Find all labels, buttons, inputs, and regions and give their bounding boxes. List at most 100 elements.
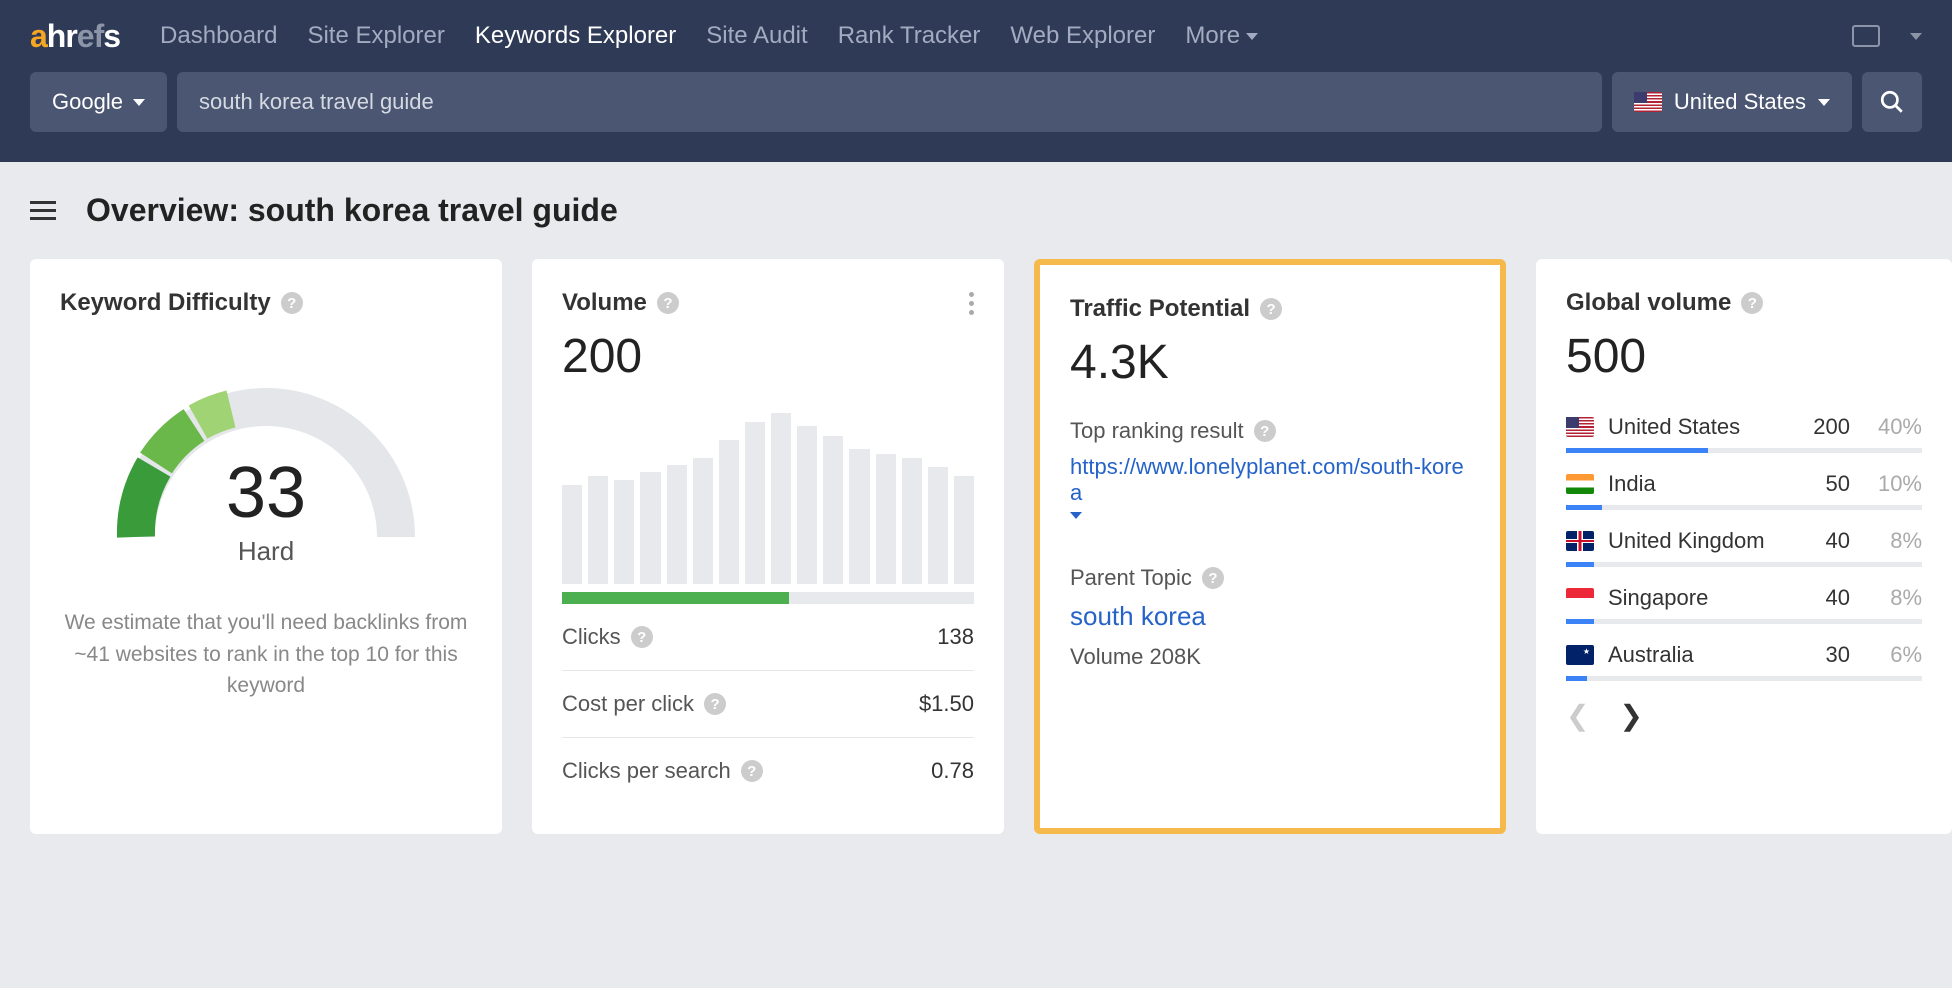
trend-bar [588,476,608,584]
country-selector[interactable]: United States [1612,72,1852,132]
gv-row[interactable]: Singapore408% [1566,585,1922,624]
gv-volume: 40 [1826,585,1866,611]
logo-part2: hr [47,18,77,54]
stat-label: Clicks? [562,624,653,650]
help-icon[interactable]: ? [657,292,679,314]
vol-title: Volume [562,289,647,317]
sidebar-toggle-icon[interactable] [30,201,56,220]
gv-country: United Kingdom [1608,528,1765,554]
gv-bar [1566,676,1922,681]
nav-site-audit[interactable]: Site Audit [706,22,807,50]
gv-country: United States [1608,414,1740,440]
gv-title-row: Global volume ? [1566,289,1922,317]
trend-bar [902,458,922,584]
search-engine-selector[interactable]: Google [30,72,167,132]
search-icon [1879,89,1905,115]
gv-next-button[interactable]: ❯ [1619,699,1642,732]
gv-bar [1566,505,1922,510]
stat-label: Clicks per search? [562,758,763,784]
stat-value: 0.78 [931,758,974,784]
keyword-input-value: south korea travel guide [199,89,434,115]
content-area: Overview: south korea travel guide Keywo… [0,162,1952,864]
gv-country-list: United States20040%India5010%United King… [1566,414,1922,681]
kd-description: We estimate that you'll need backlinks f… [60,607,472,702]
gv-volume: 200 [1813,414,1866,440]
gv-title: Global volume [1566,289,1731,317]
logo[interactable]: ahrefs [30,18,120,55]
trend-bar [745,422,765,584]
top-nav: ahrefs Dashboard Site Explorer Keywords … [0,0,1952,72]
trend-bar [719,440,739,584]
nav-more-label: More [1185,22,1240,50]
stat-row: Clicks? 138 [562,604,974,671]
help-icon[interactable]: ? [741,760,763,782]
stat-row: Cost per click?$1.50 [562,671,974,738]
tp-top-result-url: https://www.lonelyplanet.com/south-korea [1070,454,1470,506]
nav-rank-tracker[interactable]: Rank Tracker [838,22,981,50]
monitor-icon[interactable] [1852,25,1880,47]
nav-dashboard[interactable]: Dashboard [160,22,277,50]
gv-prev-button[interactable]: ❮ [1566,699,1589,732]
tp-title-row: Traffic Potential ? [1070,295,1470,323]
vol-value: 200 [562,329,974,384]
nav-web-explorer[interactable]: Web Explorer [1010,22,1155,50]
gv-percent: 10% [1866,471,1922,497]
flag-gb-icon [1566,531,1594,551]
nav-site-explorer[interactable]: Site Explorer [307,22,444,50]
vol-trend-chart [562,404,974,584]
top-right [1852,25,1922,47]
stat-value: $1.50 [919,691,974,717]
gv-row[interactable]: India5010% [1566,471,1922,510]
gv-volume: 30 [1826,642,1866,668]
tp-top-result-link[interactable]: https://www.lonelyplanet.com/south-korea [1070,454,1470,525]
logo-part1: a [30,18,47,54]
page-header: Overview: south korea travel guide [30,192,1922,229]
kd-score: 33 [96,452,436,534]
kd-title-row: Keyword Difficulty ? [60,289,472,317]
gv-pagination: ❮ ❯ [1566,699,1922,732]
trend-bar [562,485,582,584]
stat-value: 138 [937,624,974,650]
tp-top-result-label: Top ranking result [1070,418,1244,444]
main-nav: Dashboard Site Explorer Keywords Explore… [160,22,1258,50]
vol-stats: Clicks?138Cost per click?$1.50Clicks per… [562,604,974,804]
help-icon[interactable]: ? [1254,420,1276,442]
help-icon[interactable]: ? [1202,567,1224,589]
chevron-down-icon [133,99,145,106]
trend-bar [849,449,869,584]
vol-menu-button[interactable] [969,292,974,315]
card-volume: Volume ? 200 Clicks?138Cost per click?$1… [532,259,1004,834]
help-icon[interactable]: ? [704,693,726,715]
card-global-volume: Global volume ? 500 United States20040%I… [1536,259,1952,834]
nav-keywords-explorer[interactable]: Keywords Explorer [475,22,676,50]
flag-au-icon [1566,645,1594,665]
trend-bar [797,426,817,584]
flag-in-icon [1566,474,1594,494]
trend-bar [928,467,948,584]
search-button[interactable] [1862,72,1922,132]
vol-header: Volume ? [562,289,974,317]
gv-row[interactable]: United Kingdom408% [1566,528,1922,567]
tp-parent-topic-label: Parent Topic [1070,565,1192,591]
gv-value: 500 [1566,329,1922,384]
search-engine-label: Google [52,89,123,115]
trend-bar [954,476,974,584]
gv-row[interactable]: Australia306% [1566,642,1922,681]
tp-value: 4.3K [1070,335,1470,390]
gv-volume: 50 [1826,471,1866,497]
keyword-input[interactable]: south korea travel guide [177,72,1602,132]
card-traffic-potential: Traffic Potential ? 4.3K Top ranking res… [1034,259,1506,834]
help-icon[interactable]: ? [631,626,653,648]
flag-us-icon [1566,417,1594,437]
tp-parent-topic-link[interactable]: south korea [1070,601,1470,632]
kd-gauge: 33 Hard [60,357,472,557]
logo-part4: s [103,18,120,54]
nav-more[interactable]: More [1185,22,1258,50]
help-icon[interactable]: ? [1260,298,1282,320]
help-icon[interactable]: ? [1741,292,1763,314]
help-icon[interactable]: ? [281,292,303,314]
gv-row[interactable]: United States20040% [1566,414,1922,453]
country-label: United States [1674,89,1806,115]
gv-percent: 6% [1866,642,1922,668]
account-chevron-icon[interactable] [1910,33,1922,40]
